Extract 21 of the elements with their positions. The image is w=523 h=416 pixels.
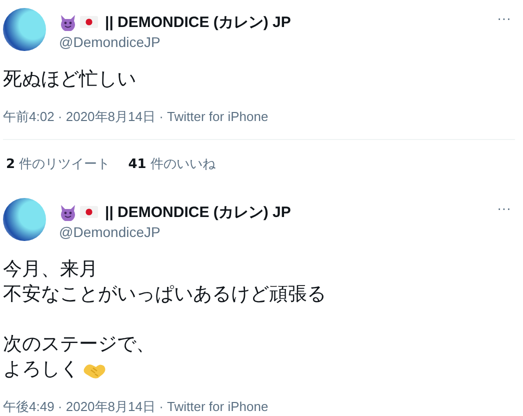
tweet-text-line: 次のステージで、 [3, 332, 155, 357]
japan-flag-icon [80, 15, 98, 29]
devil-emoji-icon [59, 13, 77, 31]
tweet-meta: 午前4:02 · 2020年8月14日 · Twitter for iPhone [3, 108, 270, 126]
tweet-text-line: 死ぬほど忙しい [3, 67, 136, 92]
author-handle[interactable]: @DemondiceJP [59, 224, 493, 240]
more-button[interactable]: ··· [493, 10, 515, 26]
avatar[interactable] [3, 8, 46, 51]
stat-link[interactable]: 2 件のリツイート [6, 155, 110, 173]
author-handle[interactable]: @DemondiceJP [59, 34, 493, 50]
tweet-text-line: 今月、来月 [3, 257, 98, 282]
avatar[interactable] [3, 198, 46, 241]
tweet-text-line: よろしく [3, 357, 79, 382]
japan-flag-icon [80, 205, 98, 219]
devil-emoji-icon [59, 203, 77, 221]
more-button[interactable]: ··· [493, 200, 515, 216]
tweet-text-line: 不安なことがいっぱいあるけど頑張る [3, 282, 326, 307]
author-name[interactable]: || DEMONDICE (カレン) JP [105, 202, 291, 222]
stat-link[interactable]: 41 件のいいね [128, 155, 216, 173]
author-name[interactable]: || DEMONDICE (カレン) JP [105, 12, 291, 32]
tweet-meta: 午後4:49 · 2020年8月14日 · Twitter for iPhone [3, 398, 270, 416]
